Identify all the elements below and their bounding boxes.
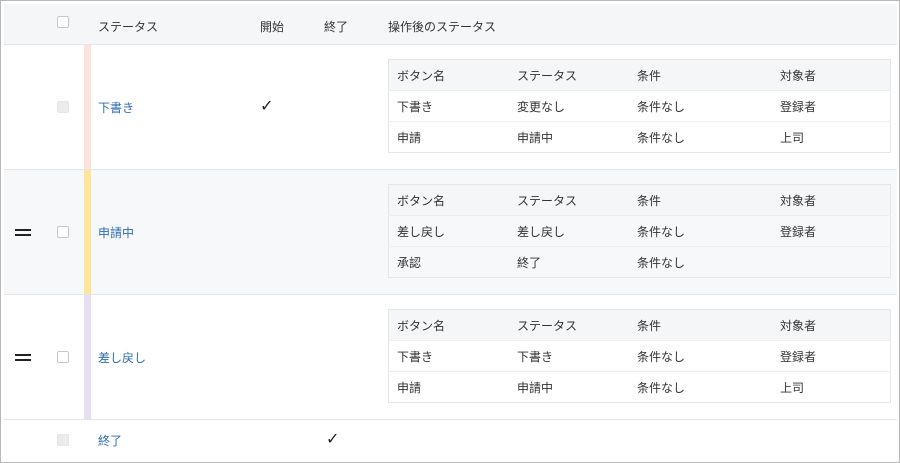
transition-table-draft: ボタン名 ステータス 条件 対象者 下書き 変更なし 条件なし 登録者 申請 申… (388, 59, 891, 153)
table-row: 下書き 変更なし 条件なし 登録者 (388, 90, 891, 122)
status-color-stripe (84, 295, 91, 419)
header-end: 終了 (324, 20, 349, 34)
table-row: 承認 終了 条件なし (389, 247, 891, 278)
cell-condition: 条件なし (637, 255, 686, 270)
cell-status: 申請中 (517, 130, 554, 145)
transition-table-applying: ボタン名 ステータス 条件 対象者 差し戻し 差し戻し 条件なし 登録者 承認 … (388, 184, 891, 278)
cell-button-name: 差し戻し (388, 215, 509, 247)
status-color-stripe (84, 170, 91, 294)
cell-target: 上司 (780, 130, 805, 145)
cell-condition: 条件なし (629, 90, 772, 122)
status-link-returned[interactable]: 差し戻し (98, 349, 146, 366)
cell-condition: 条件なし (637, 380, 686, 395)
cell-button-name: 申請 (397, 380, 422, 395)
header-after-status: 操作後のステータス (388, 20, 497, 34)
cell-button-name: 下書き (388, 90, 509, 122)
workflow-status-table: ステータス 開始 終了 操作後のステータス 下書き ✓ ボタン名 ステータス 条… (0, 0, 900, 463)
col-target: 対象者 (772, 309, 891, 341)
col-target: 対象者 (772, 59, 891, 91)
status-link-draft[interactable]: 下書き (98, 99, 134, 116)
table-header-row: ボタン名 ステータス 条件 対象者 (388, 184, 891, 216)
select-all-checkbox[interactable] (57, 16, 69, 28)
table-row: 下書き 下書き 条件なし 登録者 (388, 340, 891, 372)
col-status: ステータス (509, 59, 629, 91)
cell-status: 差し戻し (509, 215, 629, 247)
table-header-row: ボタン名 ステータス 条件 対象者 (388, 309, 891, 341)
cell-condition: 条件なし (637, 130, 686, 145)
table-row: 申請 申請中 条件なし 上司 (389, 122, 891, 153)
transition-table-returned: ボタン名 ステータス 条件 対象者 下書き 下書き 条件なし 登録者 申請 申請… (388, 309, 891, 403)
table-row: 差し戻し 差し戻し 条件なし 登録者 (388, 215, 891, 247)
table-row-returned: 差し戻し ボタン名 ステータス 条件 対象者 下書き 下書き 条件なし 登録者 … (4, 295, 897, 420)
cell-status: 終了 (517, 255, 542, 270)
col-condition: 条件 (629, 59, 772, 91)
cell-target: 登録者 (772, 340, 891, 372)
start-check-icon: ✓ (260, 96, 274, 115)
table-row-finished: 終了 ✓ (4, 420, 897, 462)
header-status: ステータス (98, 20, 159, 34)
cell-button-name: 申請 (397, 130, 422, 145)
table-row-draft: 下書き ✓ ボタン名 ステータス 条件 対象者 下書き 変更なし 条件なし 登録… (4, 45, 897, 170)
col-button-name: ボタン名 (388, 184, 509, 216)
row-checkbox[interactable] (57, 351, 69, 363)
col-target: 対象者 (772, 184, 891, 216)
col-status: ステータス (509, 184, 629, 216)
end-check-icon: ✓ (326, 429, 340, 448)
status-color-stripe (84, 45, 91, 169)
cell-button-name: 承認 (397, 255, 422, 270)
col-button-name: ボタン名 (388, 309, 509, 341)
cell-button-name: 下書き (388, 340, 509, 372)
table-row-applying: 申請中 ボタン名 ステータス 条件 対象者 差し戻し 差し戻し 条件なし 登録者… (4, 170, 897, 295)
row-checkbox (57, 434, 69, 446)
drag-handle-icon[interactable] (15, 354, 31, 361)
header-start: 開始 (260, 20, 285, 34)
cell-target: 登録者 (772, 90, 891, 122)
cell-target: 登録者 (772, 215, 891, 247)
drag-handle-icon[interactable] (15, 229, 31, 236)
cell-status: 変更なし (509, 90, 629, 122)
cell-target (772, 247, 891, 278)
col-condition: 条件 (629, 309, 772, 341)
col-button-name: ボタン名 (388, 59, 509, 91)
table-row: 申請 申請中 条件なし 上司 (389, 372, 891, 403)
row-checkbox[interactable] (57, 226, 69, 238)
cell-target: 上司 (780, 380, 805, 395)
table-header-row: ボタン名 ステータス 条件 対象者 (388, 59, 891, 91)
table-header: ステータス 開始 終了 操作後のステータス (4, 4, 897, 45)
status-link-applying[interactable]: 申請中 (98, 224, 134, 241)
cell-condition: 条件なし (629, 215, 772, 247)
row-checkbox (57, 101, 69, 113)
cell-condition: 条件なし (629, 340, 772, 372)
status-link-finished[interactable]: 終了 (98, 432, 122, 449)
cell-status: 申請中 (517, 380, 554, 395)
col-status: ステータス (509, 309, 629, 341)
col-condition: 条件 (629, 184, 772, 216)
cell-status: 下書き (509, 340, 629, 372)
